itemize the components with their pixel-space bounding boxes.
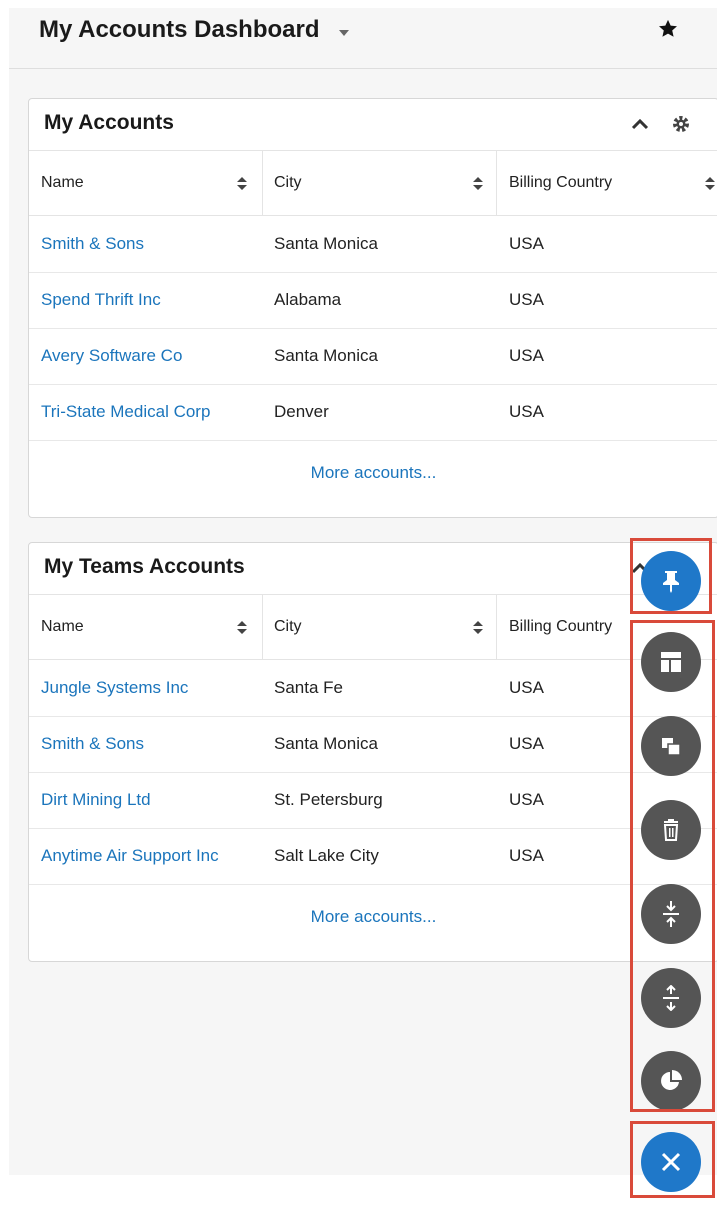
sort-icon[interactable]	[237, 621, 247, 634]
chevron-up-icon[interactable]	[631, 117, 649, 131]
dashboard-frame: My Accounts Dashboard My Accounts Name C…	[9, 8, 717, 1175]
account-name-link[interactable]: Anytime Air Support Inc	[41, 828, 219, 883]
city-cell: Salt Lake City	[274, 846, 379, 865]
account-name-link[interactable]: Smith & Sons	[41, 716, 144, 771]
column-header-city[interactable]: City	[274, 150, 494, 215]
table-header: Name City Billing Country	[29, 594, 717, 660]
table-row: Spend Thrift Inc Alabama USA	[29, 272, 717, 329]
sort-icon[interactable]	[705, 177, 715, 190]
country-cell: USA	[509, 346, 544, 365]
table-row: Smith & Sons Santa Monica USA	[29, 216, 717, 273]
gear-icon[interactable]	[671, 114, 691, 134]
chevron-down-icon[interactable]	[339, 30, 349, 36]
dashboard-header: My Accounts Dashboard	[9, 8, 717, 69]
city-cell: Santa Monica	[274, 734, 378, 753]
table-row: Tri-State Medical Corp Denver USA	[29, 384, 717, 441]
highlight-box	[630, 1121, 715, 1198]
column-divider	[496, 150, 497, 215]
city-cell: Santa Monica	[274, 346, 378, 365]
more-accounts-link[interactable]: More accounts...	[29, 463, 717, 483]
table-header: Name City Billing Country	[29, 150, 717, 216]
sort-icon[interactable]	[473, 621, 483, 634]
city-cell: Alabama	[274, 290, 342, 309]
country-cell: USA	[509, 290, 544, 309]
column-divider	[262, 594, 263, 659]
account-name-link[interactable]: Jungle Systems Inc	[41, 660, 188, 715]
table-row: Dirt Mining Ltd St. Petersburg USA	[29, 772, 717, 829]
table-row: Anytime Air Support Inc Salt Lake City U…	[29, 828, 717, 885]
column-divider	[262, 150, 263, 215]
dashlet-my-accounts: My Accounts Name City Billing Country Sm…	[28, 98, 717, 518]
city-cell: Santa Monica	[274, 234, 378, 253]
account-name-link[interactable]: Spend Thrift Inc	[41, 272, 161, 327]
dashlet-my-teams-accounts: My Teams Accounts Name City Billing Coun…	[28, 542, 717, 962]
dashlet-title: My Teams Accounts	[44, 555, 245, 578]
city-cell: St. Petersburg	[274, 790, 383, 809]
dashlet-header: My Teams Accounts	[29, 543, 717, 595]
table-row: Smith & Sons Santa Monica USA	[29, 716, 717, 773]
country-cell: USA	[509, 846, 544, 865]
dashlet-title: My Accounts	[44, 111, 174, 134]
country-cell: USA	[509, 678, 544, 697]
table-row: Avery Software Co Santa Monica USA	[29, 328, 717, 385]
country-cell: USA	[509, 402, 544, 421]
star-icon[interactable]	[657, 18, 679, 40]
country-cell: USA	[509, 790, 544, 809]
column-header-billing-country[interactable]: Billing Country	[509, 150, 709, 215]
country-cell: USA	[509, 734, 544, 753]
city-cell: Santa Fe	[274, 678, 343, 697]
country-cell: USA	[509, 234, 544, 253]
account-name-link[interactable]: Smith & Sons	[41, 216, 144, 271]
page-title: My Accounts Dashboard	[39, 16, 320, 43]
city-cell: Denver	[274, 402, 329, 421]
sort-icon[interactable]	[473, 177, 483, 190]
column-divider	[496, 594, 497, 659]
highlight-box	[630, 538, 712, 614]
more-accounts-link[interactable]: More accounts...	[29, 907, 717, 927]
account-name-link[interactable]: Tri-State Medical Corp	[41, 384, 210, 439]
account-name-link[interactable]: Avery Software Co	[41, 328, 182, 383]
account-name-link[interactable]: Dirt Mining Ltd	[41, 772, 151, 827]
sort-icon[interactable]	[237, 177, 247, 190]
highlight-box	[630, 620, 715, 1112]
column-header-city[interactable]: City	[274, 594, 494, 659]
table-row: Jungle Systems Inc Santa Fe USA	[29, 660, 717, 717]
column-header-name[interactable]: Name	[41, 594, 261, 659]
column-header-name[interactable]: Name	[41, 150, 261, 215]
dashlet-header: My Accounts	[29, 99, 717, 151]
